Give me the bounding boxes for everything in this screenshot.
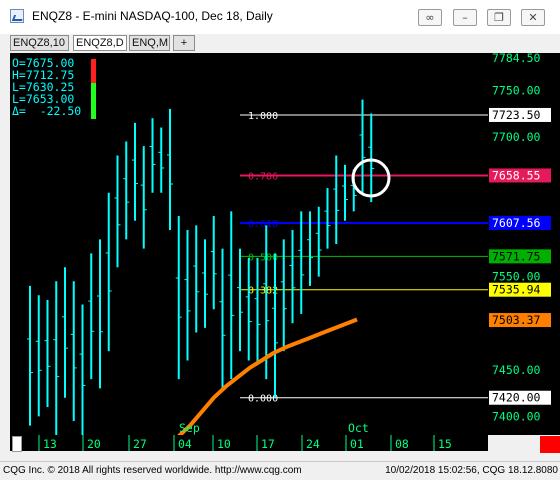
price-marker-label: 7420.00 [492, 391, 541, 405]
date-axis-month-label: Sep [179, 421, 200, 435]
window-title: ENQZ8 - E-mini NASDAQ-100, Dec 18, Daily [32, 9, 273, 23]
ohlc-readout: O=7675.00 H=7712.75 L=7630.25 L=7653.00 … [12, 57, 81, 117]
moving-average-line [176, 317, 358, 439]
close-icon[interactable]: ✕ [521, 9, 545, 26]
link-icon[interactable]: ∞ [418, 9, 442, 26]
price-axis-tick: 7750.00 [492, 83, 541, 97]
date-axis-day-label: 01 [350, 437, 364, 451]
timestamp-text: 10/02/2018 15:02:56, CQG 18.12.8080 [385, 465, 558, 476]
scroll-strip [0, 451, 560, 461]
date-axis-day-label: 24 [306, 437, 320, 451]
fib-level-label: 0.382 [248, 286, 278, 297]
price-marker-label: 7723.50 [492, 108, 541, 122]
date-axis-day-label: 08 [395, 437, 409, 451]
price-marker-label: 7607.56 [492, 216, 541, 230]
fib-level-label: 0.500 [248, 252, 278, 263]
copyright-text: CQG Inc. © 2018 All rights reserved worl… [3, 465, 302, 476]
add-tab-button[interactable]: + [173, 35, 195, 51]
minimize-icon[interactable]: – [453, 9, 477, 26]
date-axis-day-label: 27 [133, 437, 147, 451]
price-chart[interactable]: 1.000 0.786 0.618 0.500 0.382 0.000 Sep Oct [10, 53, 488, 439]
fib-level-label: 0.000 [248, 394, 278, 405]
chart-options-icon[interactable] [540, 436, 560, 453]
tab-enqz8-10[interactable]: ENQZ8,10 [10, 35, 69, 51]
cqg-app-icon [10, 9, 24, 23]
scroll-handle[interactable] [12, 436, 22, 452]
fib-level-label: 1.000 [248, 111, 278, 122]
price-axis-tick: 7700.00 [492, 130, 541, 144]
tab-enq-m[interactable]: ENQ,M [129, 35, 170, 51]
price-axis[interactable]: 7784.50 7750.00 7700.00 7550.00 7450.00 7400.… [488, 51, 560, 435]
fib-level-label: 0.786 [248, 171, 278, 182]
tab-enqz8-d[interactable]: ENQZ8,D [73, 35, 127, 51]
high-indicator [91, 59, 96, 83]
date-axis-day-label: 04 [178, 437, 192, 451]
price-axis-labels: 7784.50 7750.00 7700.00 7550.00 7450.00 7400.… [489, 51, 551, 423]
title-bar[interactable]: ENQZ8 - E-mini NASDAQ-100, Dec 18, Daily… [0, 0, 560, 34]
date-axis[interactable]: 13 20 27 04 10 17 24 01 08 15 [10, 435, 488, 451]
price-marker-label: 7658.55 [492, 168, 540, 182]
date-axis-day-label: 17 [261, 437, 275, 451]
restore-icon[interactable]: ❐ [487, 9, 511, 26]
price-marker-label: 7503.37 [492, 313, 541, 327]
status-bar: CQG Inc. © 2018 All rights reserved worl… [0, 461, 560, 480]
change-value: Δ= -22.50 [12, 104, 82, 118]
date-axis-day-label: 15 [438, 437, 452, 451]
chart-window: ENQZ8 - E-mini NASDAQ-100, Dec 18, Daily… [0, 0, 560, 480]
low-indicator [91, 83, 96, 119]
tab-strip: ENQZ8,10 ENQZ8,D ENQ,M + [0, 34, 560, 52]
fib-level-label: 0.618 [248, 219, 278, 230]
price-axis-tick: 7400.00 [492, 409, 541, 423]
price-axis-top-label: 7784.50 [492, 53, 541, 65]
date-axis-day-label: 10 [217, 437, 231, 451]
date-axis-day-label: 13 [43, 437, 57, 451]
chart-plot-area[interactable]: 1.000 0.786 0.618 0.500 0.382 0.000 Sep Oct [10, 53, 488, 439]
price-marker-label: 7535.94 [492, 283, 541, 297]
price-marker-label: 7571.75 [492, 249, 540, 263]
date-axis-day-label: 20 [87, 437, 101, 451]
price-axis-tick: 7450.00 [492, 363, 541, 377]
date-axis-labels: 13 20 27 04 10 17 24 01 08 15 [38, 435, 452, 451]
date-axis-month-label: Oct [348, 421, 369, 435]
price-axis-tick: 7550.00 [492, 270, 541, 284]
